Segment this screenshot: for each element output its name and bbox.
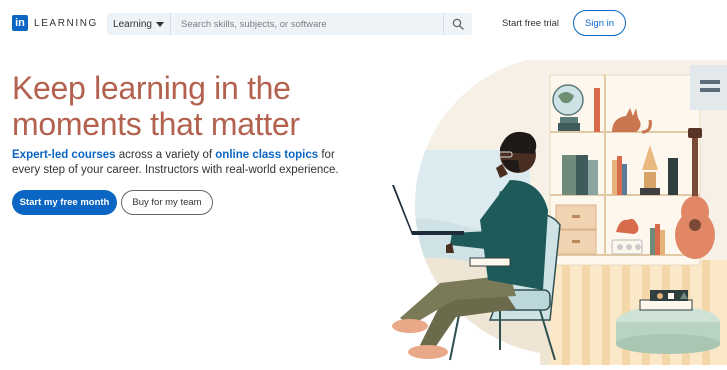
online-class-topics-link[interactable]: online class topics xyxy=(215,149,318,161)
hero-illustration xyxy=(392,60,727,365)
caret-down-icon xyxy=(155,21,164,27)
start-free-month-button[interactable]: Start my free month xyxy=(12,190,117,215)
buy-for-team-button[interactable]: Buy for my team xyxy=(121,190,213,215)
sign-in-button[interactable]: Sign in xyxy=(573,10,626,36)
search-button[interactable] xyxy=(443,13,472,35)
hero-description: Expert-led courses across a variety of o… xyxy=(12,148,342,178)
linkedin-learning-logo[interactable]: in LEARNING xyxy=(12,15,98,31)
search-input[interactable] xyxy=(171,14,443,34)
search-scope-label: Learning xyxy=(113,18,152,30)
hero-desc-text-1: across a variety of xyxy=(115,149,216,161)
search-icon xyxy=(452,18,464,30)
logo-wordmark: LEARNING xyxy=(34,17,98,29)
expert-led-courses-link[interactable]: Expert-led courses xyxy=(12,149,116,161)
hero-title-line-1: Keep learning in the xyxy=(12,70,291,106)
hero-title: Keep learning in the moments that matter xyxy=(12,70,342,142)
search-bar: Learning xyxy=(107,13,472,35)
search-scope-dropdown[interactable]: Learning xyxy=(107,13,171,35)
start-free-trial-link[interactable]: Start free trial xyxy=(502,18,559,29)
linkedin-logo-icon: in xyxy=(12,15,28,31)
top-nav: in LEARNING Learning Start free trial Si… xyxy=(0,0,727,48)
hero-title-line-2: moments that matter xyxy=(12,106,300,142)
